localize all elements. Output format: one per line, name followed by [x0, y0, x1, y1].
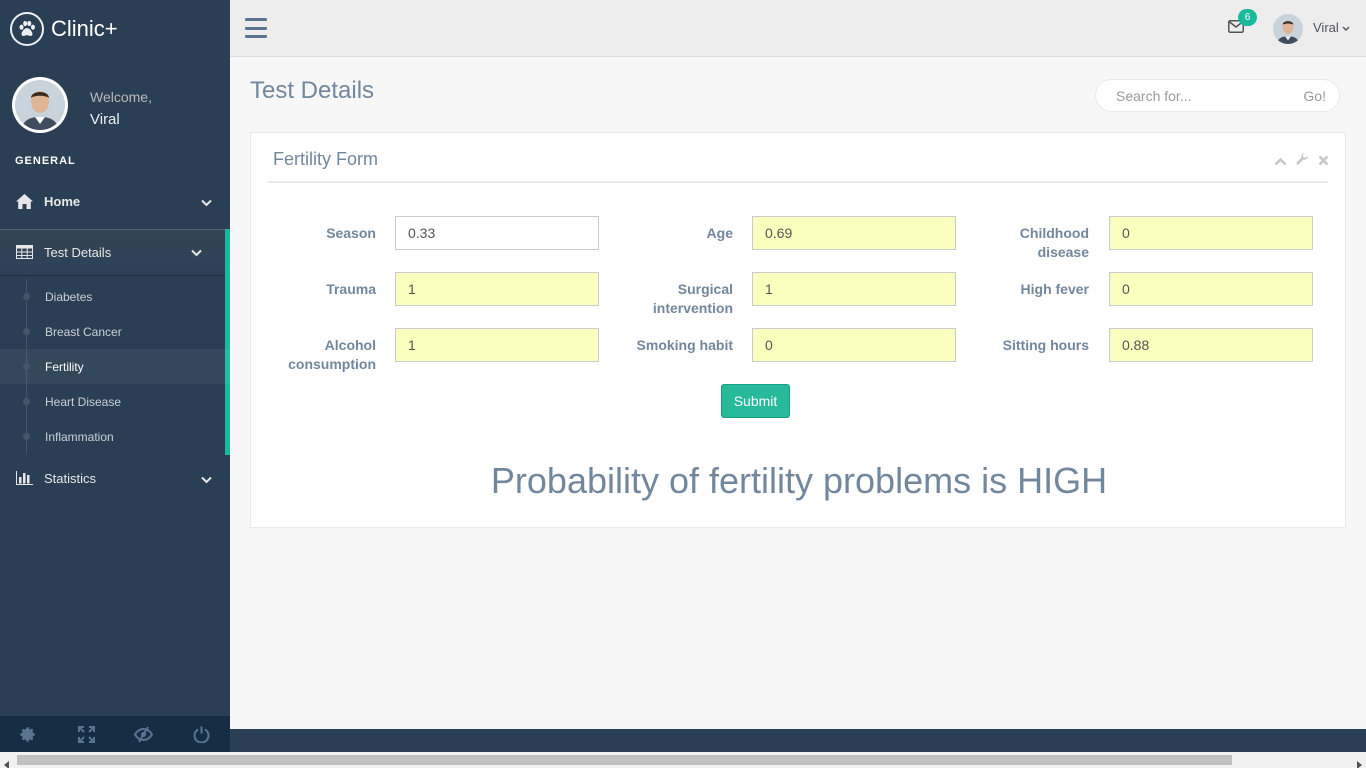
- bullet-icon: [23, 293, 30, 300]
- sidebar-item-label: Home: [44, 193, 81, 209]
- trauma-label: Trauma: [326, 281, 376, 297]
- bullet-icon: [23, 328, 30, 335]
- sitting-hours-label: Sitting hours: [1002, 337, 1089, 353]
- submenu-item-inflammation[interactable]: Inflammation: [0, 419, 230, 454]
- label-line: Surgical: [677, 281, 733, 297]
- high-fever-field[interactable]: [1109, 272, 1313, 306]
- chevron-down-icon: [201, 195, 212, 210]
- surgical-intervention-label: Surgical intervention: [623, 280, 733, 318]
- scrollbar-thumb[interactable]: [17, 755, 1232, 765]
- submenu-item-breast-cancer[interactable]: Breast Cancer: [0, 314, 230, 349]
- trauma-field[interactable]: [395, 272, 599, 306]
- fertility-form-panel: Fertility Form Season Age Childhood dise…: [250, 132, 1346, 528]
- sidebar: Clinic+ Welcome, Viral GENERAL Home Test…: [0, 0, 230, 752]
- top-nav: 6 Viral: [230, 0, 1366, 57]
- user-menu[interactable]: Viral: [1313, 20, 1350, 35]
- search-go-button[interactable]: Go!: [1303, 88, 1339, 104]
- sidebar-item-home[interactable]: Home: [0, 179, 230, 223]
- close-icon[interactable]: [1318, 153, 1329, 171]
- brand[interactable]: Clinic+: [0, 0, 230, 57]
- wrench-icon[interactable]: [1296, 153, 1309, 171]
- eye-slash-icon[interactable]: [115, 716, 173, 752]
- search-box: Go!: [1095, 79, 1340, 112]
- panel-title: Fertility Form: [273, 149, 378, 169]
- chevron-up-icon[interactable]: [1274, 153, 1287, 171]
- chevron-down-icon: [1339, 20, 1350, 35]
- profile: Welcome, Viral: [0, 57, 230, 147]
- age-field[interactable]: [752, 216, 956, 250]
- label-line: Alcohol: [324, 337, 376, 353]
- submenu-label: Diabetes: [45, 289, 93, 304]
- season-field[interactable]: [395, 216, 599, 250]
- alcohol-consumption-field[interactable]: [395, 328, 599, 362]
- sidebar-item-label: Statistics: [44, 470, 97, 486]
- chevron-down-icon: [191, 245, 202, 260]
- table-icon: [15, 244, 33, 260]
- age-label: Age: [706, 225, 733, 241]
- sidebar-item-statistics[interactable]: Statistics: [0, 456, 230, 500]
- fullscreen-icon[interactable]: [58, 716, 116, 752]
- divider: [268, 181, 1328, 183]
- childhood-disease-label: Childhood disease: [979, 224, 1089, 262]
- childhood-disease-field[interactable]: [1109, 216, 1313, 250]
- result-text: Probability of fertility problems is HIG…: [490, 460, 1108, 501]
- sidebar-item-label: Test Details: [44, 244, 112, 260]
- surgical-intervention-field[interactable]: [752, 272, 956, 306]
- search-input[interactable]: [1096, 80, 1304, 111]
- section-label: GENERAL: [15, 155, 76, 167]
- horizontal-scrollbar[interactable]: [0, 752, 1366, 768]
- mail-count-badge: 6: [1238, 9, 1257, 26]
- avatar: [12, 77, 68, 133]
- alcohol-consumption-label: Alcohol consumption: [266, 336, 376, 374]
- submenu-label: Inflammation: [45, 429, 114, 444]
- sidebar-item-test-details[interactable]: Test Details: [0, 229, 230, 275]
- bar-chart-icon: [15, 470, 33, 486]
- menu-icon[interactable]: [245, 17, 267, 39]
- bullet-icon: [23, 363, 30, 370]
- submenu-label: Heart Disease: [45, 394, 122, 409]
- season-label: Season: [326, 225, 376, 241]
- submenu-item-diabetes[interactable]: Diabetes: [0, 279, 230, 314]
- submenu-label: Fertility: [45, 359, 84, 374]
- submit-button[interactable]: Submit: [721, 384, 790, 418]
- bullet-icon: [23, 433, 30, 440]
- sitting-hours-field[interactable]: [1109, 328, 1313, 362]
- page-title: Test Details: [250, 77, 375, 104]
- submenu-item-fertility[interactable]: Fertility: [0, 349, 230, 384]
- paw-icon: [10, 11, 44, 46]
- label-line: Childhood: [1019, 225, 1089, 241]
- submenu-label: Breast Cancer: [45, 324, 122, 339]
- welcome-text: Welcome,: [90, 89, 152, 105]
- scroll-right-icon[interactable]: [1357, 756, 1362, 768]
- smoking-habit-label: Smoking habit: [636, 337, 733, 353]
- sidebar-footer: [0, 716, 230, 752]
- scroll-left-icon[interactable]: [4, 756, 9, 768]
- user-name: Viral: [1313, 20, 1339, 35]
- power-icon[interactable]: [173, 716, 231, 752]
- chevron-down-icon: [201, 472, 212, 487]
- label-line: consumption: [288, 356, 376, 372]
- submenu: Diabetes Breast Cancer Fertility Heart D…: [0, 279, 230, 454]
- label-line: disease: [1037, 244, 1089, 260]
- smoking-habit-field[interactable]: [752, 328, 956, 362]
- profile-name: Viral: [90, 111, 120, 128]
- submenu-item-heart-disease[interactable]: Heart Disease: [0, 384, 230, 419]
- high-fever-label: High fever: [1020, 281, 1089, 297]
- panel-tools: [1274, 153, 1329, 171]
- label-line: intervention: [652, 300, 733, 316]
- footer: [230, 729, 1366, 752]
- home-icon: [15, 193, 33, 209]
- user-avatar[interactable]: [1273, 14, 1303, 44]
- gear-icon[interactable]: [0, 716, 58, 752]
- bullet-icon: [23, 398, 30, 405]
- app-title: Clinic+: [51, 15, 118, 41]
